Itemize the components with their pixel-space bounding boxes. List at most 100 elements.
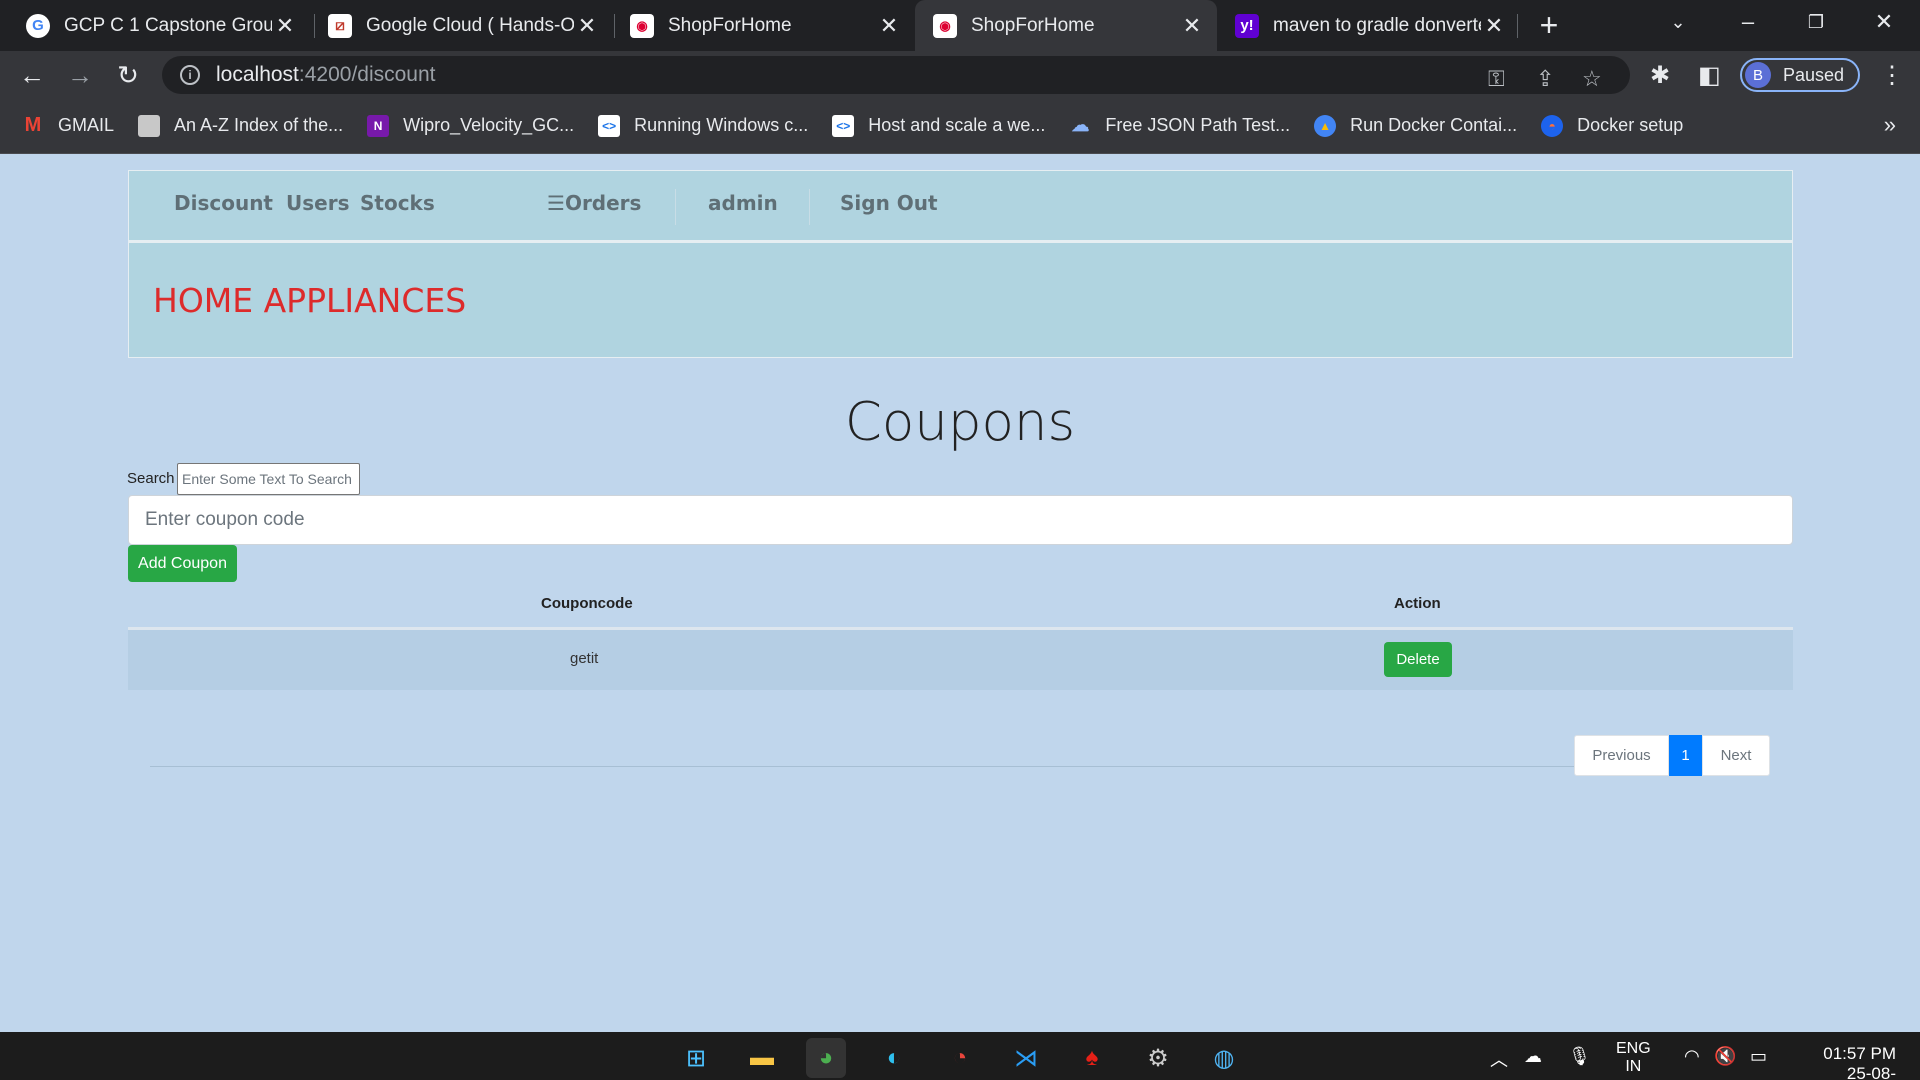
page-title: Coupons [844,392,1076,453]
nav-orders-label: Orders [564,191,642,215]
bookmark-run-docker[interactable]: ▲ Run Docker Contai... [1314,114,1517,137]
coupon-code-cell: getit [570,650,599,667]
column-header-action: Action [1394,595,1441,612]
add-coupon-button[interactable]: Add Coupon [128,545,237,582]
pagination-next[interactable]: Next [1702,735,1770,776]
system-clock[interactable]: 01:57 PM 25-08-2022 [1810,1044,1896,1080]
profile-button[interactable]: B Paused [1740,58,1860,92]
nav-orders-link[interactable]: ☰Orders [547,191,641,215]
browser-tab-strip: G GCP C 1 Capstone Groupi ✕ ⧄ Google Clo… [0,0,1920,51]
google-icon: G [26,13,50,38]
avatar: B [1745,62,1771,88]
battery-icon[interactable]: ▭ [1750,1046,1767,1067]
close-window-button[interactable]: ✕ [1854,0,1914,44]
nav-discount-link[interactable]: Discount [174,191,273,215]
bookmark-label: Docker setup [1577,115,1684,135]
clock-date: 25-08-2022 [1846,1064,1896,1080]
clock-time: 01:57 PM [1823,1044,1896,1063]
search-input[interactable] [177,463,360,495]
bookmark-star-icon[interactable]: ☆ [1582,66,1602,92]
bookmark-json-path[interactable]: ☁ Free JSON Path Test... [1069,115,1290,137]
page-content: Discount Users Stocks ☰Orders admin Sign… [0,154,1920,1032]
pagination-previous[interactable]: Previous [1574,735,1669,776]
microphone-icon[interactable]: 🎙 [1568,1046,1591,1067]
side-panel-icon[interactable]: ◧ [1698,61,1721,90]
close-tab-icon[interactable]: ✕ [1481,13,1507,39]
browser-tab-2[interactable]: ⧄ Google Cloud ( Hands-On ✕ [310,0,612,51]
edge-taskbar-icon[interactable]: ◐ [874,1038,914,1078]
wifi-icon[interactable]: ◠ [1684,1046,1700,1067]
minimize-button[interactable]: – [1718,0,1778,44]
language-code: ENG [1616,1040,1651,1057]
close-tab-icon[interactable]: ✕ [876,13,902,39]
tab-title: maven to gradle donverte [1273,14,1481,36]
site-info-icon[interactable]: i [180,65,200,85]
column-header-couponcode: Couponcode [541,595,633,612]
settings-taskbar-icon[interactable]: ⚙ [1138,1038,1178,1078]
chrome-taskbar-icon[interactable]: ◕ [806,1038,846,1078]
acrobat-taskbar-icon[interactable]: ♠ [1072,1038,1112,1078]
restore-button[interactable]: ❐ [1786,0,1846,44]
bookmark-wipro[interactable]: N Wipro_Velocity_GC... [367,114,574,137]
bookmark-host-scale[interactable]: <> Host and scale a we... [832,114,1046,137]
nav-stocks-link[interactable]: Stocks [360,191,435,215]
edge-icon: ◓ [1541,114,1564,137]
store-title: HOME APPLIANCES [153,281,467,320]
tray-overflow-icon[interactable]: ︿ [1490,1046,1508,1072]
store-banner: HOME APPLIANCES [128,241,1793,358]
coupon-code-input[interactable] [128,495,1793,545]
bookmark-label: GMAIL [58,115,115,135]
menu-kebab-icon[interactable]: ⋮ [1880,61,1904,90]
vscode-taskbar-icon[interactable]: ⋊ [1006,1038,1046,1078]
region-code: IN [1625,1058,1642,1075]
bookmark-docker-setup[interactable]: ◓ Docker setup [1541,114,1684,137]
code-icon: <> [832,114,855,137]
yahoo-icon: y! [1235,13,1259,38]
browser-tab-3[interactable]: ◉ ShopForHome ✕ [612,0,914,51]
top-navbar: Discount Users Stocks ☰Orders admin Sign… [128,170,1793,241]
extensions-icon[interactable]: ✱ [1650,61,1670,90]
chrome-alt-taskbar-icon[interactable]: ◔ [940,1038,980,1078]
close-tab-icon[interactable]: ✕ [272,13,298,39]
bookmark-running-windows[interactable]: <> Running Windows c... [598,114,808,137]
tab-title: ShopForHome [668,14,792,36]
nav-admin-link[interactable]: admin [708,191,778,215]
bookmark-label: Free JSON Path Test... [1105,115,1291,135]
volume-muted-icon[interactable]: 🔇 [1714,1046,1736,1067]
browser-tab-4-active[interactable]: ◉ ShopForHome ✕ [915,0,1217,51]
delete-coupon-button[interactable]: Delete [1384,642,1452,677]
cloud-lab-icon: ⧄ [328,13,352,38]
browser-tab-5[interactable]: y! maven to gradle donverte ✕ [1217,0,1519,51]
code-icon: <> [598,114,621,137]
key-icon[interactable]: ⚿ [1488,66,1505,92]
onenote-icon: N [367,114,390,137]
address-bar[interactable]: i localhost:4200/discount ⚿ ⇪ ☆ [162,56,1630,94]
more-bookmarks-icon[interactable]: » [1884,112,1896,138]
list-icon: ☰ [547,191,565,215]
share-icon[interactable]: ⇪ [1536,66,1554,92]
forward-button[interactable]: → [62,57,98,93]
close-tab-icon[interactable]: ✕ [574,13,600,39]
pagination-page-current[interactable]: 1 [1669,735,1702,776]
bookmark-label: Host and scale a we... [868,115,1046,135]
close-tab-icon[interactable]: ✕ [1179,13,1205,39]
bookmark-label: An A-Z Index of the... [174,115,344,135]
pagination: Previous 1 Next [1574,735,1770,776]
tab-title: ShopForHome [971,14,1095,36]
back-button[interactable]: ← [14,57,50,93]
angular-icon: ◉ [630,13,654,38]
windows-start-icon[interactable]: ⊞ [676,1038,716,1078]
windows-taskbar: ⊞ ▬ ◕ ◐ ◔ ⋊ ♠ ⚙ ◍ ︿ ☁ 🎙 ENG IN ◠ 🔇 ▭ 01:… [0,1032,1920,1080]
onedrive-icon[interactable]: ☁ [1524,1046,1542,1067]
language-indicator[interactable]: ENG IN [1616,1040,1651,1076]
tab-search-icon[interactable]: ⌄ [1648,0,1708,44]
browser-tab-1[interactable]: G GCP C 1 Capstone Groupi ✕ [8,0,310,51]
nav-signout-link[interactable]: Sign Out [840,191,938,215]
nav-users-link[interactable]: Users [286,191,349,215]
paint-taskbar-icon[interactable]: ◍ [1204,1038,1244,1078]
bookmark-gmail[interactable]: M GMAIL [22,114,115,137]
file-explorer-icon[interactable]: ▬ [742,1038,782,1078]
new-tab-button[interactable]: + [1532,7,1566,43]
reload-button[interactable]: ↻ [110,57,146,93]
bookmark-az-index[interactable]: An A-Z Index of the... [138,114,344,137]
